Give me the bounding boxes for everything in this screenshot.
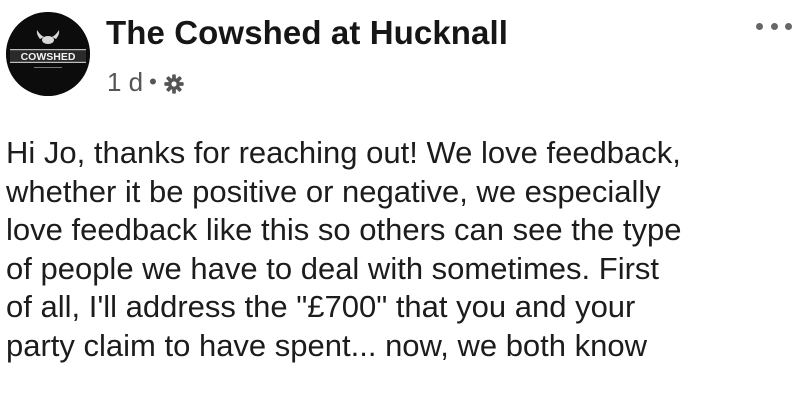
page-name-link[interactable]: The Cowshed at Hucknall bbox=[106, 14, 508, 52]
gear-icon[interactable] bbox=[163, 71, 185, 94]
more-dot bbox=[770, 22, 778, 30]
timestamp[interactable]: 1 d bbox=[107, 67, 143, 98]
post-meta: 1 d • bbox=[107, 66, 185, 98]
more-options-icon[interactable] bbox=[756, 16, 792, 36]
cowshed-logo-icon: COWSHED bbox=[6, 12, 90, 96]
page-avatar[interactable]: COWSHED bbox=[6, 12, 90, 96]
more-dot bbox=[756, 22, 763, 30]
meta-separator: • bbox=[149, 69, 157, 94]
facebook-comment-post: COWSHED The Cowshed at Hucknall 1 d • Hi… bbox=[0, 0, 800, 420]
more-dot bbox=[785, 22, 792, 30]
post-message: Hi Jo, thanks for reaching out! We love … bbox=[6, 135, 682, 363]
avatar-logo-text: COWSHED bbox=[21, 51, 76, 63]
